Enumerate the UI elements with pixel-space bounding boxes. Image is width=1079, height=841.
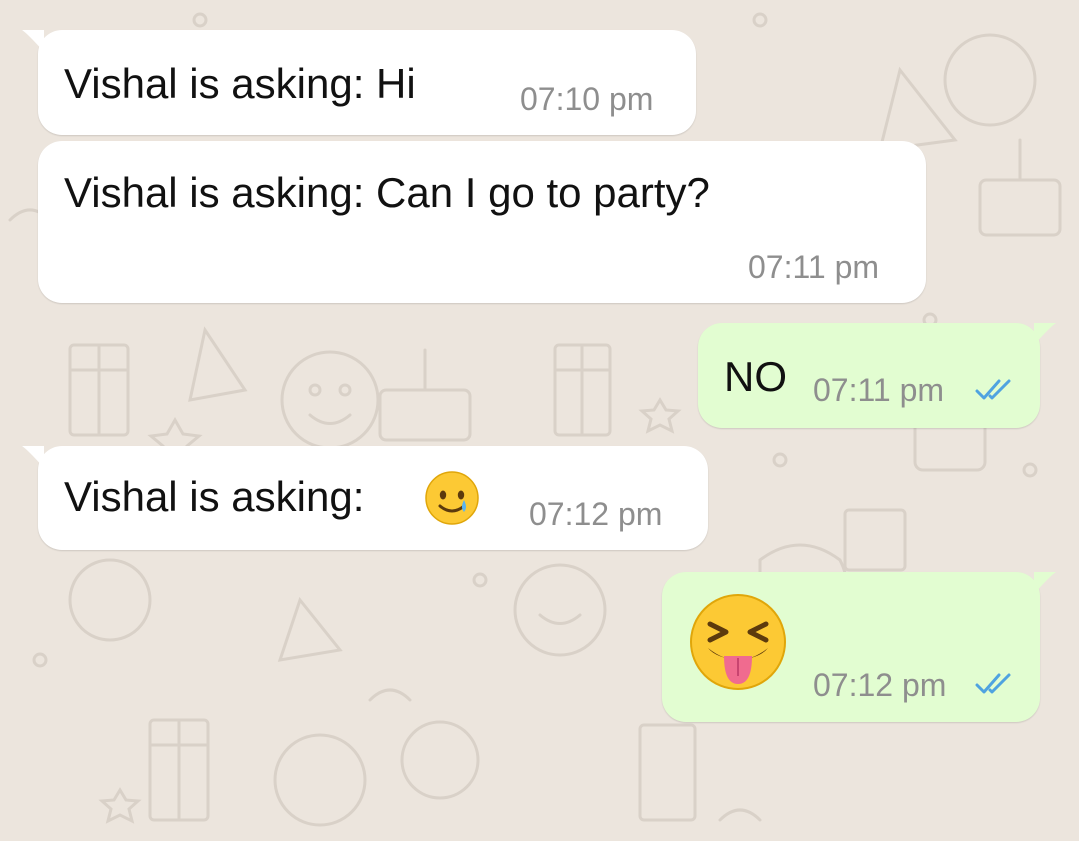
message-text: Vishal is asking: Hi	[64, 60, 416, 107]
message-incoming-1[interactable]: Vishal is asking: Hi 07:10 pm	[22, 30, 696, 135]
message-incoming-2[interactable]: Vishal is asking: Can I go to party? 07:…	[38, 141, 926, 303]
double-check-icon	[975, 673, 1011, 694]
message-timestamp: 07:10 pm	[520, 81, 654, 117]
squinting-face-with-tongue-emoji	[690, 594, 786, 690]
message-timestamp: 07:11 pm	[813, 372, 945, 408]
message-outgoing-1[interactable]: NO 07:11 pm	[698, 323, 1056, 428]
message-timestamp: 07:11 pm	[748, 249, 880, 285]
message-timestamp: 07:12 pm	[529, 496, 663, 532]
message-timestamp: 07:12 pm	[813, 667, 947, 703]
bubble-tail	[22, 446, 44, 468]
bubble-tail	[22, 30, 44, 52]
double-check-icon	[975, 379, 1011, 400]
message-outgoing-2[interactable]: 07:12 pm	[662, 572, 1056, 722]
smiling-face-with-tear-emoji	[425, 471, 479, 525]
message-text: NO	[724, 353, 787, 400]
bubble-tail	[1034, 572, 1056, 594]
message-incoming-3[interactable]: Vishal is asking: 07:12 pm	[22, 446, 708, 550]
message-text: Vishal is asking: Can I go to party?	[64, 169, 710, 216]
message-text: Vishal is asking:	[64, 473, 365, 520]
bubble-tail	[1034, 323, 1056, 345]
